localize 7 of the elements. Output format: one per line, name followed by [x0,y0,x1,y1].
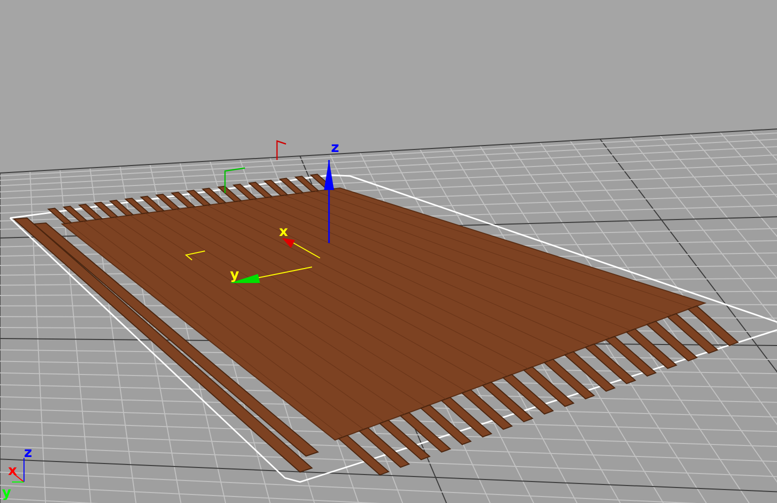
axis-label: z [24,445,32,461]
flag-marker-icon [276,140,286,160]
axis-label: y [230,267,240,283]
axis-label: y [2,485,12,501]
axis-label: x [279,224,288,240]
axis-label: z [331,140,340,156]
axis-label: x [8,463,18,479]
